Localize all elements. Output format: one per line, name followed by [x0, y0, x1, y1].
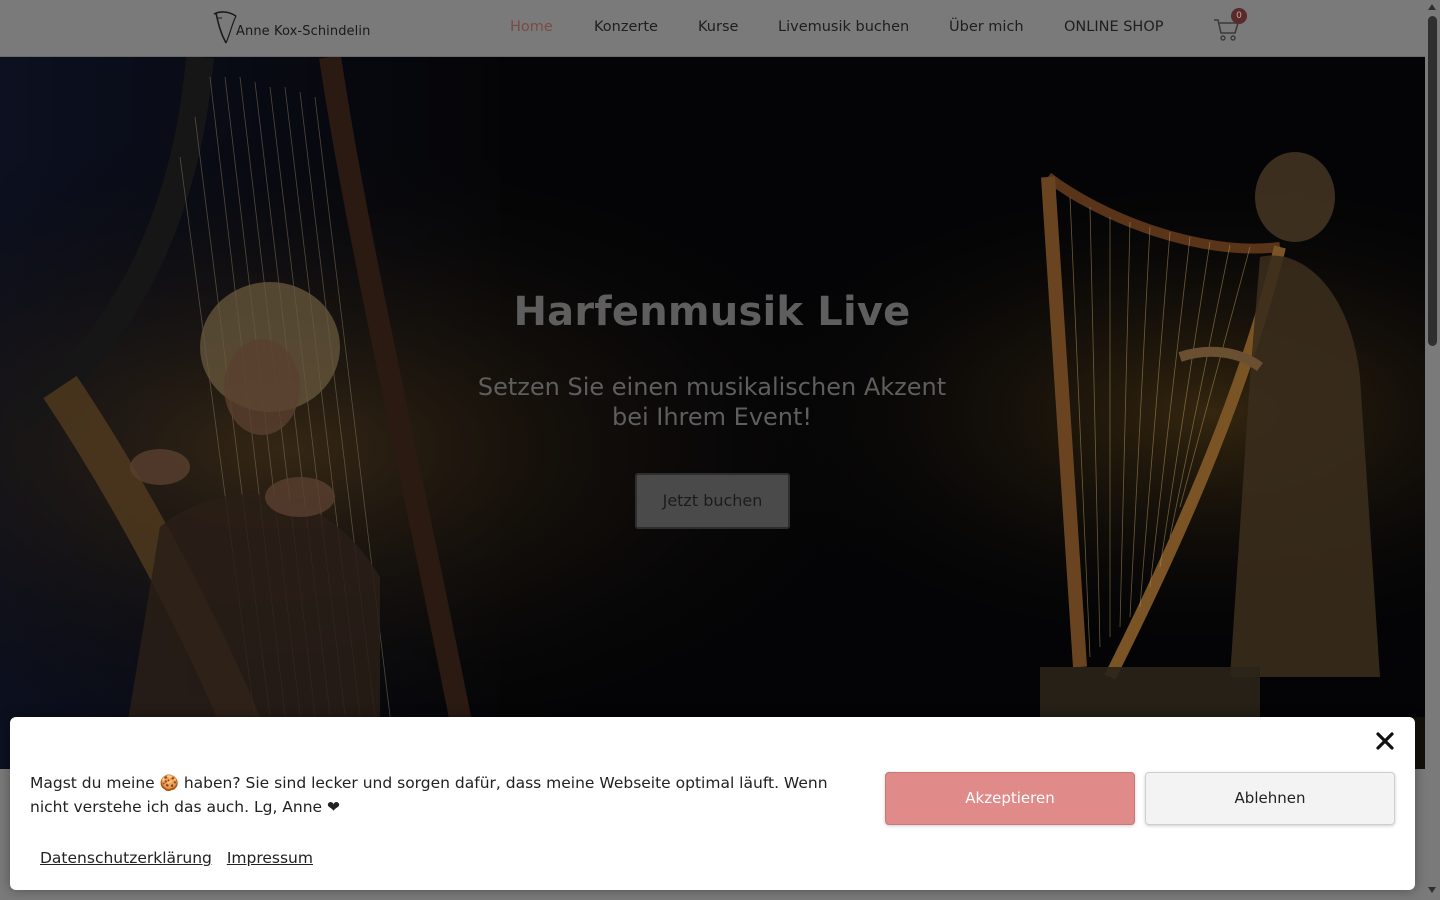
cookie-links: Datenschutzerklärung Impressum: [40, 849, 323, 867]
close-icon[interactable]: [1375, 731, 1395, 751]
nav-online-shop[interactable]: ONLINE SHOP: [1064, 19, 1164, 35]
hero-subtitle: Setzen Sie einen musikalischen Akzent be…: [477, 373, 947, 431]
scroll-thumb[interactable]: [1428, 16, 1437, 346]
nav-kurse[interactable]: Kurse: [698, 19, 738, 35]
decline-cookies-button[interactable]: Ablehnen: [1145, 772, 1395, 825]
book-now-button[interactable]: Jetzt buchen: [635, 473, 790, 529]
hero-title: Harfenmusik Live: [513, 289, 911, 335]
cart-count-badge: 0: [1231, 8, 1247, 24]
imprint-link[interactable]: Impressum: [227, 849, 313, 867]
accept-cookies-button[interactable]: Akzeptieren: [885, 772, 1135, 825]
scroll-up-arrow-icon[interactable]: [1428, 4, 1436, 10]
scroll-down-arrow-icon[interactable]: [1428, 887, 1436, 893]
hero-section: Harfenmusik Live Setzen Sie einen musika…: [0, 57, 1425, 769]
cookie-message: Magst du meine 🍪 haben? Sie sind lecker …: [30, 774, 828, 816]
nav-home[interactable]: Home: [510, 19, 553, 35]
page-scrollbar[interactable]: [1425, 0, 1440, 900]
nav-ueber-mich[interactable]: Über mich: [949, 19, 1024, 35]
privacy-policy-link[interactable]: Datenschutzerklärung: [40, 849, 212, 867]
cookie-banner: Magst du meine 🍪 haben? Sie sind lecker …: [10, 717, 1415, 890]
nav-livemusik-buchen[interactable]: Livemusik buchen: [778, 19, 909, 35]
nav-konzerte[interactable]: Konzerte: [594, 19, 658, 35]
site-header: Anne Kox-Schindelin Home Konzerte Kurse …: [0, 0, 1425, 57]
